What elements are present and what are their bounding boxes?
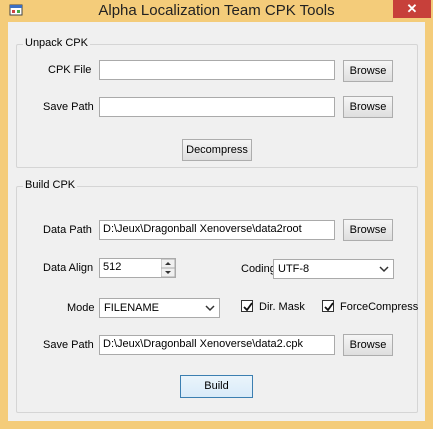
coding-label: Coding (241, 263, 276, 275)
unpack-save-path-input[interactable] (99, 97, 335, 117)
build-save-path-label: Save Path (43, 339, 94, 351)
decompress-button[interactable]: Decompress (182, 139, 252, 161)
dir-mask-checkbox[interactable] (241, 300, 253, 312)
chevron-down-icon (205, 305, 215, 312)
data-align-label: Data Align (43, 262, 94, 274)
close-button[interactable]: ✕ (393, 0, 431, 18)
spin-updown-icon[interactable] (161, 259, 175, 277)
client-area: Unpack CPK CPK File Browse Save Path Bro… (8, 22, 425, 421)
window-title: Alpha Localization Team CPK Tools (98, 2, 335, 19)
coding-select-value: UTF-8 (278, 263, 310, 275)
coding-select[interactable]: UTF-8 (273, 259, 394, 279)
mode-select-value: FILENAME (104, 302, 160, 314)
mode-select[interactable]: FILENAME (99, 298, 220, 318)
dir-mask-label: Dir. Mask (259, 301, 305, 313)
title-bar: Alpha Localization Team CPK Tools ✕ (0, 0, 433, 22)
force-compress-label: ForceCompress (340, 301, 419, 313)
unpack-save-path-label: Save Path (43, 101, 94, 113)
force-compress-checkbox[interactable] (322, 300, 334, 312)
data-path-label: Data Path (43, 224, 92, 236)
data-path-input[interactable]: D:\Jeux\Dragonball Xenoverse\data2root (99, 220, 335, 240)
browse-build-save-path-button[interactable]: Browse (343, 334, 393, 356)
app-window: Alpha Localization Team CPK Tools ✕ Unpa… (0, 0, 433, 429)
cpk-file-input[interactable] (99, 60, 335, 80)
build-group-title: Build CPK (23, 179, 78, 191)
browse-cpk-file-button[interactable]: Browse (343, 60, 393, 82)
browse-unpack-save-path-button[interactable]: Browse (343, 96, 393, 118)
cpk-file-label: CPK File (48, 64, 92, 76)
checkmark-icon (324, 302, 334, 312)
chevron-down-icon (379, 266, 389, 273)
build-save-path-input[interactable]: D:\Jeux\Dragonball Xenoverse\data2.cpk (99, 335, 335, 355)
checkmark-icon (243, 302, 253, 312)
build-button[interactable]: Build (180, 375, 253, 398)
browse-data-path-button[interactable]: Browse (343, 219, 393, 241)
unpack-group-title: Unpack CPK (23, 37, 90, 49)
mode-label: Mode (67, 302, 95, 314)
